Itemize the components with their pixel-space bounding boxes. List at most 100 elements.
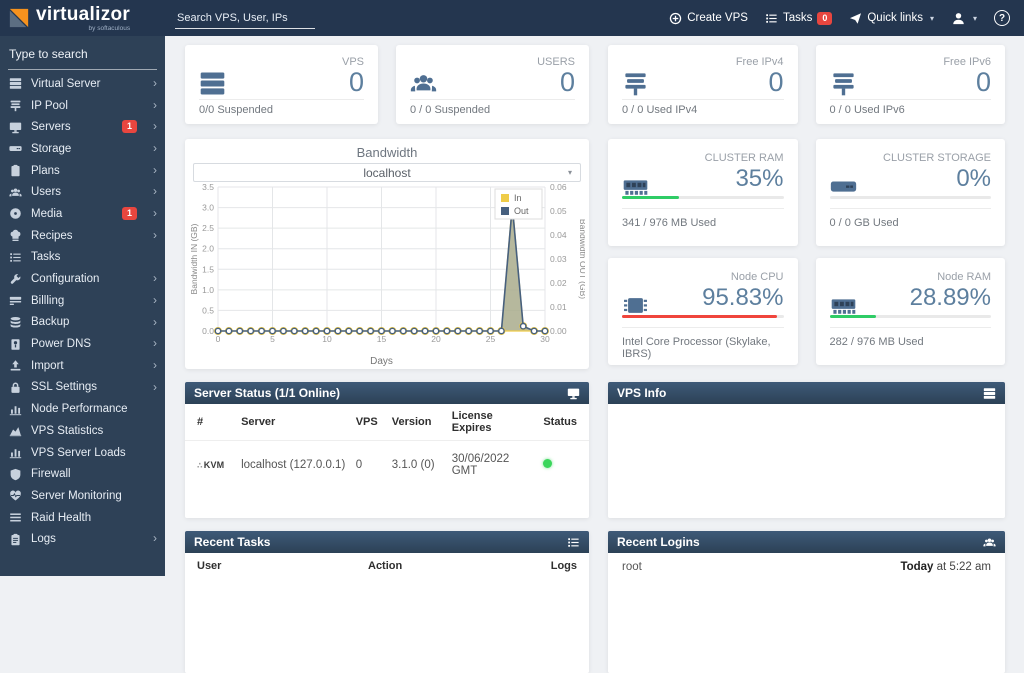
sidebar-item-tasks[interactable]: Tasks <box>0 247 165 269</box>
monitor-icon <box>567 387 580 400</box>
svg-text:2.5: 2.5 <box>202 223 214 233</box>
col-logs: Logs <box>550 560 577 572</box>
col-hash: # <box>185 404 238 441</box>
svg-text:0.04: 0.04 <box>550 230 567 240</box>
sidebar-item-recipes[interactable]: Recipes › <box>0 225 165 247</box>
sidebar-item-label: Server Monitoring <box>31 489 122 502</box>
lock-icon <box>9 381 22 394</box>
tasks-label: Tasks <box>782 12 813 24</box>
shield-icon <box>9 468 22 481</box>
gauge-card-value: 28.89% <box>909 284 991 311</box>
stat-card-free-ipv4: Free IPv4 0 0 / 0 Used IPv4 <box>608 45 798 124</box>
sidebar-item-users[interactable]: Users › <box>0 181 165 203</box>
gauge-card-footer: 282 / 976 MB Used <box>829 336 924 348</box>
gauge-card-cluster-storage: CLUSTER STORAGE 0% 0 / 0 GB Used <box>815 139 1005 246</box>
sidebar-item-media[interactable]: Media 1 › <box>0 203 165 225</box>
sidebar-item-plans[interactable]: Plans › <box>0 160 165 182</box>
sidebar-item-label: Node Performance <box>31 403 128 416</box>
chevron-right-icon: › <box>153 162 157 177</box>
sidebar-item-virtual-server[interactable]: Virtual Server › <box>0 73 165 95</box>
recent-tasks-panel: Recent Tasks User Action Logs <box>185 531 589 673</box>
gauge-card-footer: 0 / 0 GB Used <box>829 217 899 229</box>
progress-track <box>622 196 784 199</box>
stat-card-users: USERS 0 0 / 0 Suspended <box>396 45 589 124</box>
sidebar-item-storage[interactable]: Storage › <box>0 138 165 160</box>
server-status-title: Server Status (1/1 Online) <box>194 386 341 400</box>
create-vps-button[interactable]: Create VPS <box>669 12 748 25</box>
stat-card-footer: 0 / 0 Suspended <box>410 104 491 116</box>
vps-info-body <box>608 404 1005 518</box>
sidebar-item-ip-pool[interactable]: IP Pool › <box>0 95 165 117</box>
global-search-input[interactable] <box>175 7 315 29</box>
sidebar-item-ssl-settings[interactable]: SSL Settings › <box>0 377 165 399</box>
sidebar-item-firewall[interactable]: Firewall <box>0 463 165 485</box>
billing-icon <box>9 294 22 307</box>
stat-card-footer: 0 / 0 Used IPv4 <box>622 104 698 116</box>
sidebar-item-label: Storage <box>31 142 72 155</box>
server-status-panel: Server Status (1/1 Online) # Server VPS … <box>185 382 589 518</box>
sidebar-item-backup[interactable]: Backup › <box>0 312 165 334</box>
sidebar-item-import[interactable]: Import › <box>0 355 165 377</box>
bandwidth-server-select[interactable]: localhost ▾ <box>193 163 581 182</box>
progress-track <box>622 315 784 318</box>
help-button[interactable]: ? <box>994 10 1010 26</box>
chevron-right-icon: › <box>153 184 157 199</box>
quick-links-menu[interactable]: Quick links ▾ <box>849 12 934 25</box>
divider <box>622 208 784 209</box>
col-server: Server <box>237 404 352 441</box>
server-name[interactable]: localhost (127.0.0.1) <box>237 441 352 490</box>
svg-text:10: 10 <box>322 334 332 344</box>
server-vps-count: 0 <box>355 459 363 471</box>
sidebar-search-input[interactable] <box>8 44 157 70</box>
account-menu[interactable]: ▾ <box>951 11 977 26</box>
users-icon <box>983 536 996 549</box>
svg-text:1.5: 1.5 <box>202 264 214 274</box>
bandwidth-card: Bandwidth localhost ▾ 0.0 0.5 1.0 1.5 2.0 2.5… <box>185 139 589 369</box>
ip-pool-icon <box>9 99 22 112</box>
svg-text:30: 30 <box>540 334 550 344</box>
sidebar-item-power-dns[interactable]: Power DNS › <box>0 333 165 355</box>
chevron-right-icon: › <box>153 379 157 394</box>
sidebar-item-vps-statistics[interactable]: VPS Statistics <box>0 420 165 442</box>
sidebar-item-node-performance[interactable]: Node Performance <box>0 398 165 420</box>
sidebar-item-billling[interactable]: Billling › <box>0 290 165 312</box>
progress-track <box>829 196 991 199</box>
users-icon <box>9 186 22 199</box>
bandwidth-chart: 0.0 0.5 1.0 1.5 2.0 2.5 3.0 3.5 0.00 0.01 0.02 0.03… <box>189 182 585 367</box>
sidebar-item-label: Recipes <box>31 229 73 242</box>
plus-circle-icon <box>669 12 682 25</box>
sidebar-item-label: Import <box>31 359 64 372</box>
sidebar-item-logs[interactable]: Logs › <box>0 528 165 550</box>
table-row[interactable]: KVM localhost (127.0.0.1) 0 3.1.0 (0) 30… <box>185 441 589 490</box>
sidebar-item-label: Virtual Server <box>31 77 101 90</box>
gauge-card-cluster-ram: CLUSTER RAM 35% 341 / 976 MB Used <box>608 139 798 246</box>
user-icon <box>951 11 966 26</box>
chevron-right-icon: › <box>153 271 157 286</box>
logs-clipboard-icon <box>9 533 22 546</box>
chevron-right-icon: › <box>153 141 157 156</box>
svg-text:15: 15 <box>377 334 387 344</box>
server-license: 30/06/2022 GMT <box>451 453 510 477</box>
sidebar-item-server-monitoring[interactable]: Server Monitoring <box>0 485 165 507</box>
sidebar-item-vps-server-loads[interactable]: VPS Server Loads <box>0 442 165 464</box>
svg-text:0.5: 0.5 <box>202 305 214 315</box>
stat-card-value: 0 <box>559 67 575 97</box>
svg-text:5: 5 <box>270 334 275 344</box>
tasks-button[interactable]: Tasks 0 <box>765 11 833 25</box>
sidebar-item-raid-health[interactable]: Raid Health <box>0 507 165 529</box>
task-list-icon <box>567 536 580 549</box>
col-action: Action <box>368 560 403 572</box>
server-stack-icon <box>983 387 996 400</box>
sidebar-item-label: Servers <box>31 121 71 134</box>
bar-chart-icon <box>9 446 22 459</box>
logo[interactable]: virtualizor by softaculous <box>0 5 165 32</box>
sidebar-item-servers[interactable]: Servers 1 › <box>0 116 165 138</box>
login-row: root Today at 5:22 am <box>608 553 1005 581</box>
svg-text:0.06: 0.06 <box>550 182 567 192</box>
chevron-right-icon: › <box>153 227 157 242</box>
chevron-down-icon: ▾ <box>567 168 572 177</box>
svg-text:0.03: 0.03 <box>550 254 567 264</box>
sidebar-item-configuration[interactable]: Configuration › <box>0 268 165 290</box>
stat-card-vps: VPS 0 0/0 Suspended <box>185 45 378 124</box>
gauge-card-value: 95.83% <box>702 284 784 311</box>
